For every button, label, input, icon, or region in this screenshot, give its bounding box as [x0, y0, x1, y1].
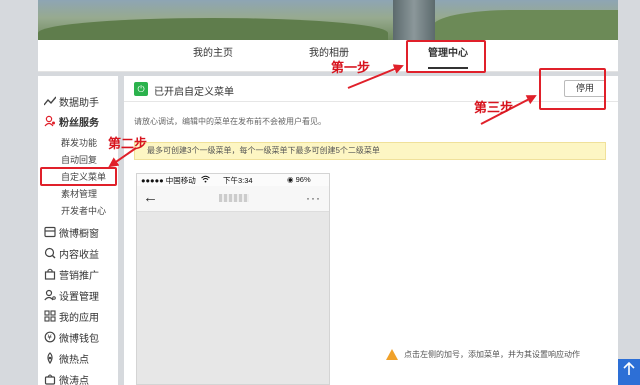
- sidebar-item-label: 微博橱窗: [59, 228, 99, 240]
- carrier-label: ●●●●● 中国移动: [141, 176, 196, 185]
- banner-road: [393, 0, 435, 40]
- profile-banner-image: [38, 0, 618, 40]
- sidebar-item-data-assistant[interactable]: 数据助手: [44, 93, 99, 109]
- sidebar-subitem-broadcast[interactable]: 群发功能: [61, 136, 97, 150]
- callout-step3: 第三步: [474, 101, 514, 116]
- sidebar-item-settings[interactable]: 设置管理: [44, 287, 99, 303]
- panel-description: 请放心调试，编辑中的菜单在发布前不会被用户看见。: [134, 117, 326, 126]
- sidebar-item-label: 营销推广: [59, 270, 99, 282]
- more-icon[interactable]: ···: [306, 191, 321, 205]
- sidebar-item-weibo-wallet[interactable]: ¥ 微博钱包: [44, 329, 99, 345]
- settings-user-icon: [44, 289, 56, 301]
- account-name-blurred: [219, 194, 249, 202]
- sidebar-item-label: 微热点: [59, 354, 89, 366]
- top-navigation: 我的主页 我的相册 管理中心: [38, 40, 618, 72]
- battery-status: ◉ 96%: [287, 175, 311, 184]
- phone-time: 下午3:34: [223, 176, 253, 185]
- scroll-to-top-button[interactable]: [618, 359, 640, 385]
- sidebar-item-label: 粉丝服务: [59, 117, 99, 129]
- bag-icon: [44, 373, 56, 385]
- callout-step1: 第一步: [331, 61, 371, 76]
- highlight-box-custom-menu: [40, 167, 117, 186]
- wifi-icon: [201, 175, 210, 185]
- sidebar-item-label: 数据助手: [59, 97, 99, 109]
- back-arrow-icon[interactable]: ←: [143, 189, 158, 206]
- warning-icon: [386, 349, 398, 360]
- sidebar-item-label: 微涛点: [59, 375, 89, 385]
- sidebar-item-label: 微博钱包: [59, 333, 99, 345]
- sidebar-item-weibo-showcase[interactable]: 微博橱窗: [44, 224, 99, 240]
- sidebar: 数据助手 粉丝服务 群发功能 自动回复 自定义菜单 素材管理 开发者中心 微博橱…: [38, 76, 118, 385]
- arrow-up-icon: [623, 361, 635, 375]
- sidebar-item-marketing[interactable]: 营销推广: [44, 266, 99, 282]
- banner-hill: [38, 18, 388, 40]
- fans-icon: [44, 115, 56, 127]
- callout-step2: 第二步: [108, 137, 148, 152]
- page-title: 已开启自定义菜单: [154, 87, 234, 98]
- tip-text: 点击左侧的加号，添加菜单，并为其设置响应动作: [404, 350, 580, 359]
- chart-line-icon: [44, 95, 56, 107]
- sidebar-item-label: 内容收益: [59, 249, 99, 261]
- sidebar-item-label: 我的应用: [59, 312, 99, 324]
- tab-my-homepage[interactable]: 我的主页: [183, 40, 243, 72]
- sidebar-item-micro-hotspot[interactable]: 微热点: [44, 350, 89, 366]
- revenue-icon: [44, 247, 56, 259]
- showcase-icon: [44, 226, 56, 238]
- svg-text:¥: ¥: [47, 334, 52, 342]
- apps-grid-icon: [44, 310, 56, 322]
- custom-menu-panel: ⏻ 已开启自定义菜单 停用 请放心调试，编辑中的菜单在发布前不会被用户看见。 最…: [124, 76, 618, 385]
- hotspot-icon: [44, 352, 56, 364]
- banner-hill: [433, 10, 618, 40]
- phone-title-bar: ← ···: [137, 186, 329, 212]
- highlight-box-stop-button: [539, 68, 606, 110]
- marketing-bag-icon: [44, 268, 56, 280]
- wallet-icon: ¥: [44, 331, 56, 343]
- sidebar-item-label: 设置管理: [59, 291, 99, 303]
- sidebar-subitem-material-management[interactable]: 素材管理: [61, 187, 97, 201]
- sidebar-subitem-developer-center[interactable]: 开发者中心: [61, 204, 106, 218]
- phone-status-bar: ●●●●● 中国移动 下午3:34 ◉ 96%: [137, 174, 329, 186]
- phone-preview: ●●●●● 中国移动 下午3:34 ◉ 96% ← ···: [136, 173, 330, 385]
- sidebar-item-fan-service[interactable]: 粉丝服务: [44, 113, 99, 129]
- sidebar-subitem-auto-reply[interactable]: 自动回复: [61, 153, 97, 167]
- menu-limit-notice: 最多可创建3个一级菜单，每个一级菜单下最多可创建5个二级菜单: [134, 142, 606, 160]
- sidebar-item-my-apps[interactable]: 我的应用: [44, 308, 99, 324]
- highlight-box-management-center: [406, 40, 486, 73]
- power-icon: ⏻: [134, 82, 148, 96]
- add-menu-tip: 点击左侧的加号，添加菜单，并为其设置响应动作: [386, 349, 580, 360]
- sidebar-item-content-revenue[interactable]: 内容收益: [44, 245, 99, 261]
- sidebar-item-micro-tao[interactable]: 微涛点: [44, 371, 89, 385]
